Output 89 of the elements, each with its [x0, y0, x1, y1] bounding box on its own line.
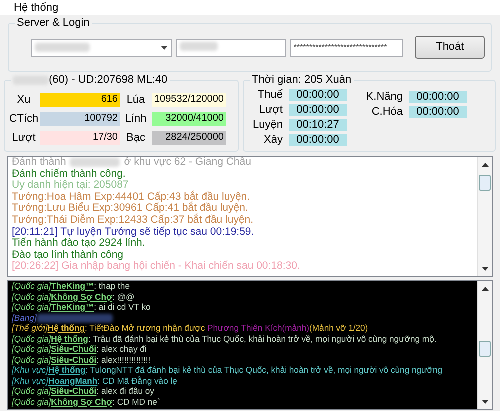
player-name-link[interactable]: HoangManh: [48, 376, 98, 386]
chat-channel: [Thế giới]: [12, 323, 48, 333]
player-name-link[interactable]: Hệ thống: [51, 334, 88, 344]
stat-value: 109532/120000: [152, 93, 226, 107]
log-line: [20:26:22] Gia nhập bang hội chiến - Khai chiến sau 00:18:30.: [12, 260, 300, 272]
timer-value: 00:10:27: [289, 119, 347, 131]
stat-value: 32000/41000: [152, 112, 226, 126]
chat-channel: [Quốc gia]: [12, 302, 52, 312]
player-name-link[interactable]: TheKing™: [51, 281, 94, 291]
character-title: (60) - UD:207698 ML:40: [11, 74, 170, 86]
timer-value: 00:00:00: [289, 89, 347, 101]
chat-channel: [Quốc gia]: [12, 334, 52, 344]
chat-channel: [Khu vực]: [12, 376, 48, 386]
stat-label: CTích: [8, 112, 40, 126]
chat-message: : thap the: [94, 281, 130, 291]
player-name-link[interactable]: TheKing™: [51, 302, 94, 312]
server-dropdown[interactable]: [31, 38, 172, 56]
blurred-text: [35, 43, 90, 52]
player-name-link[interactable]: Siêu•Chuối: [51, 386, 97, 396]
chat-channel: [Quốc gia]: [12, 354, 52, 364]
chat-message: (Mảnh vỡ 1/20): [310, 323, 368, 333]
chat-message: : CD MD ne`: [112, 396, 160, 406]
scroll-thumb[interactable]: [479, 341, 491, 357]
scrollbar[interactable]: [477, 157, 492, 276]
player-name-link[interactable]: Hệ thống: [48, 365, 86, 375]
log-line: ở khu vực 62 - Giang Châu: [124, 157, 252, 168]
chat-channel: [Quốc gia]: [12, 292, 52, 302]
scroll-up-icon[interactable]: [482, 162, 488, 166]
chat-message: : ai di cd VT ko: [94, 302, 151, 312]
chat-channel: [Khu vực]: [12, 365, 48, 375]
chat-message: : Trâu đã đánh bại kẻ thù của Thục Quốc, khải hoàn trở về, mọi người vô cùng ngưỡng mộ.: [88, 334, 437, 344]
chat-message: : @@: [112, 292, 135, 302]
chat-channel: [Quốc gia]: [12, 386, 52, 396]
chat-channel: [Quốc gia]: [12, 396, 52, 406]
stat-value: 2824/250000: [152, 131, 226, 145]
log-line: Tiến hành đào tạo 2924 lính.: [12, 237, 146, 250]
log-line: Tướng:Hoa Hâm Exp:44401 Cấp:43 bắt đầu luyện.: [12, 190, 250, 203]
timer-value: 00:00:00: [289, 134, 347, 146]
log-line: Uy danh hiện tại: 205087: [12, 179, 129, 192]
log-line: Đánh thành: [12, 157, 66, 168]
chat-channel: [Bang]: [12, 312, 37, 322]
stat-label: Xu: [16, 93, 32, 107]
player-name-link[interactable]: Siêu•Chuối: [51, 354, 97, 364]
timer-label: C.Hóa: [370, 106, 404, 118]
log-line: Đào tạo lính thành công: [12, 248, 124, 261]
scroll-down-icon[interactable]: [482, 266, 488, 270]
timer-value: 00:00:00: [289, 104, 347, 116]
chat-message: : alex chạy đi: [96, 344, 147, 354]
scroll-thumb[interactable]: [479, 175, 491, 191]
stat-label: Bạc: [126, 131, 146, 145]
chat-message: Phương Thiên Kích(mảnh): [208, 323, 310, 333]
scroll-up-icon[interactable]: [482, 286, 488, 290]
stat-label: Lượt: [11, 131, 37, 145]
player-name-link[interactable]: Hệ thống: [48, 323, 85, 333]
player-name-link[interactable]: Siêu•Chuối: [51, 344, 97, 354]
player-name-link[interactable]: Không Sợ Chợ: [51, 292, 113, 302]
timer-label: Luyện: [252, 119, 284, 131]
stat-value: 100792: [40, 112, 120, 126]
chat-message: : CD Mã Đằng vào lẹ: [98, 376, 178, 386]
scrollbar[interactable]: [477, 281, 492, 409]
menu-item[interactable]: Hệ thống: [14, 2, 59, 14]
chat-channel: [Quốc gia]: [12, 281, 52, 291]
log-line: [20:11:21] Tự luyện Tướng sẽ tiếp tục sau 00:19:59.: [12, 226, 254, 238]
stat-label: Lính: [124, 112, 148, 126]
log-line: Đánh chiếm thành công.: [12, 168, 126, 180]
chat-message: : alex!!!!!!!!!!!!!!: [96, 354, 151, 364]
dropdown-arrow-icon: [161, 46, 168, 50]
chat-message: : TiếtĐào Mở rương nhận được: [85, 323, 206, 333]
password-field[interactable]: ******************************: [290, 38, 404, 56]
timer-label: K.Năng: [365, 91, 404, 103]
stat-value: 616: [40, 93, 120, 107]
stat-value: 17/30: [40, 131, 120, 145]
group-title: Server & Login: [15, 17, 92, 29]
scroll-down-icon[interactable]: [482, 400, 488, 404]
log-line: Tướng:Thái Diễm Exp:12433 Cấp:37 bắt đầu luyện.: [12, 214, 254, 226]
stat-label: Lúa: [126, 93, 146, 107]
timer-label: Thuế: [256, 89, 284, 101]
chat-message: : alex đi đâu oy: [96, 386, 154, 396]
player-name-link[interactable]: Không Sợ Chợ: [51, 396, 113, 406]
log-line: Tướng:Lưu Biểu Exp:30961 Cấp:41 bắt đầu luyện.: [12, 202, 248, 214]
username-field[interactable]: [176, 38, 286, 56]
chat-channel: [Quốc gia]: [12, 344, 52, 354]
logout-button[interactable]: Thoát: [415, 36, 485, 59]
timer-value: 00:00:00: [409, 91, 467, 103]
timer-label: Lượt: [258, 104, 284, 116]
group-title: Thời gian: 205 Xuân: [250, 74, 354, 86]
timer-label: Xây: [263, 134, 284, 146]
timer-value: 00:00:00: [409, 106, 467, 118]
chat-message: : TulongNTT đã đánh bại kẻ thù của Thục Quốc, khải hoàn trở về, mọi người vô cùng ngưỡng: [86, 365, 443, 375]
